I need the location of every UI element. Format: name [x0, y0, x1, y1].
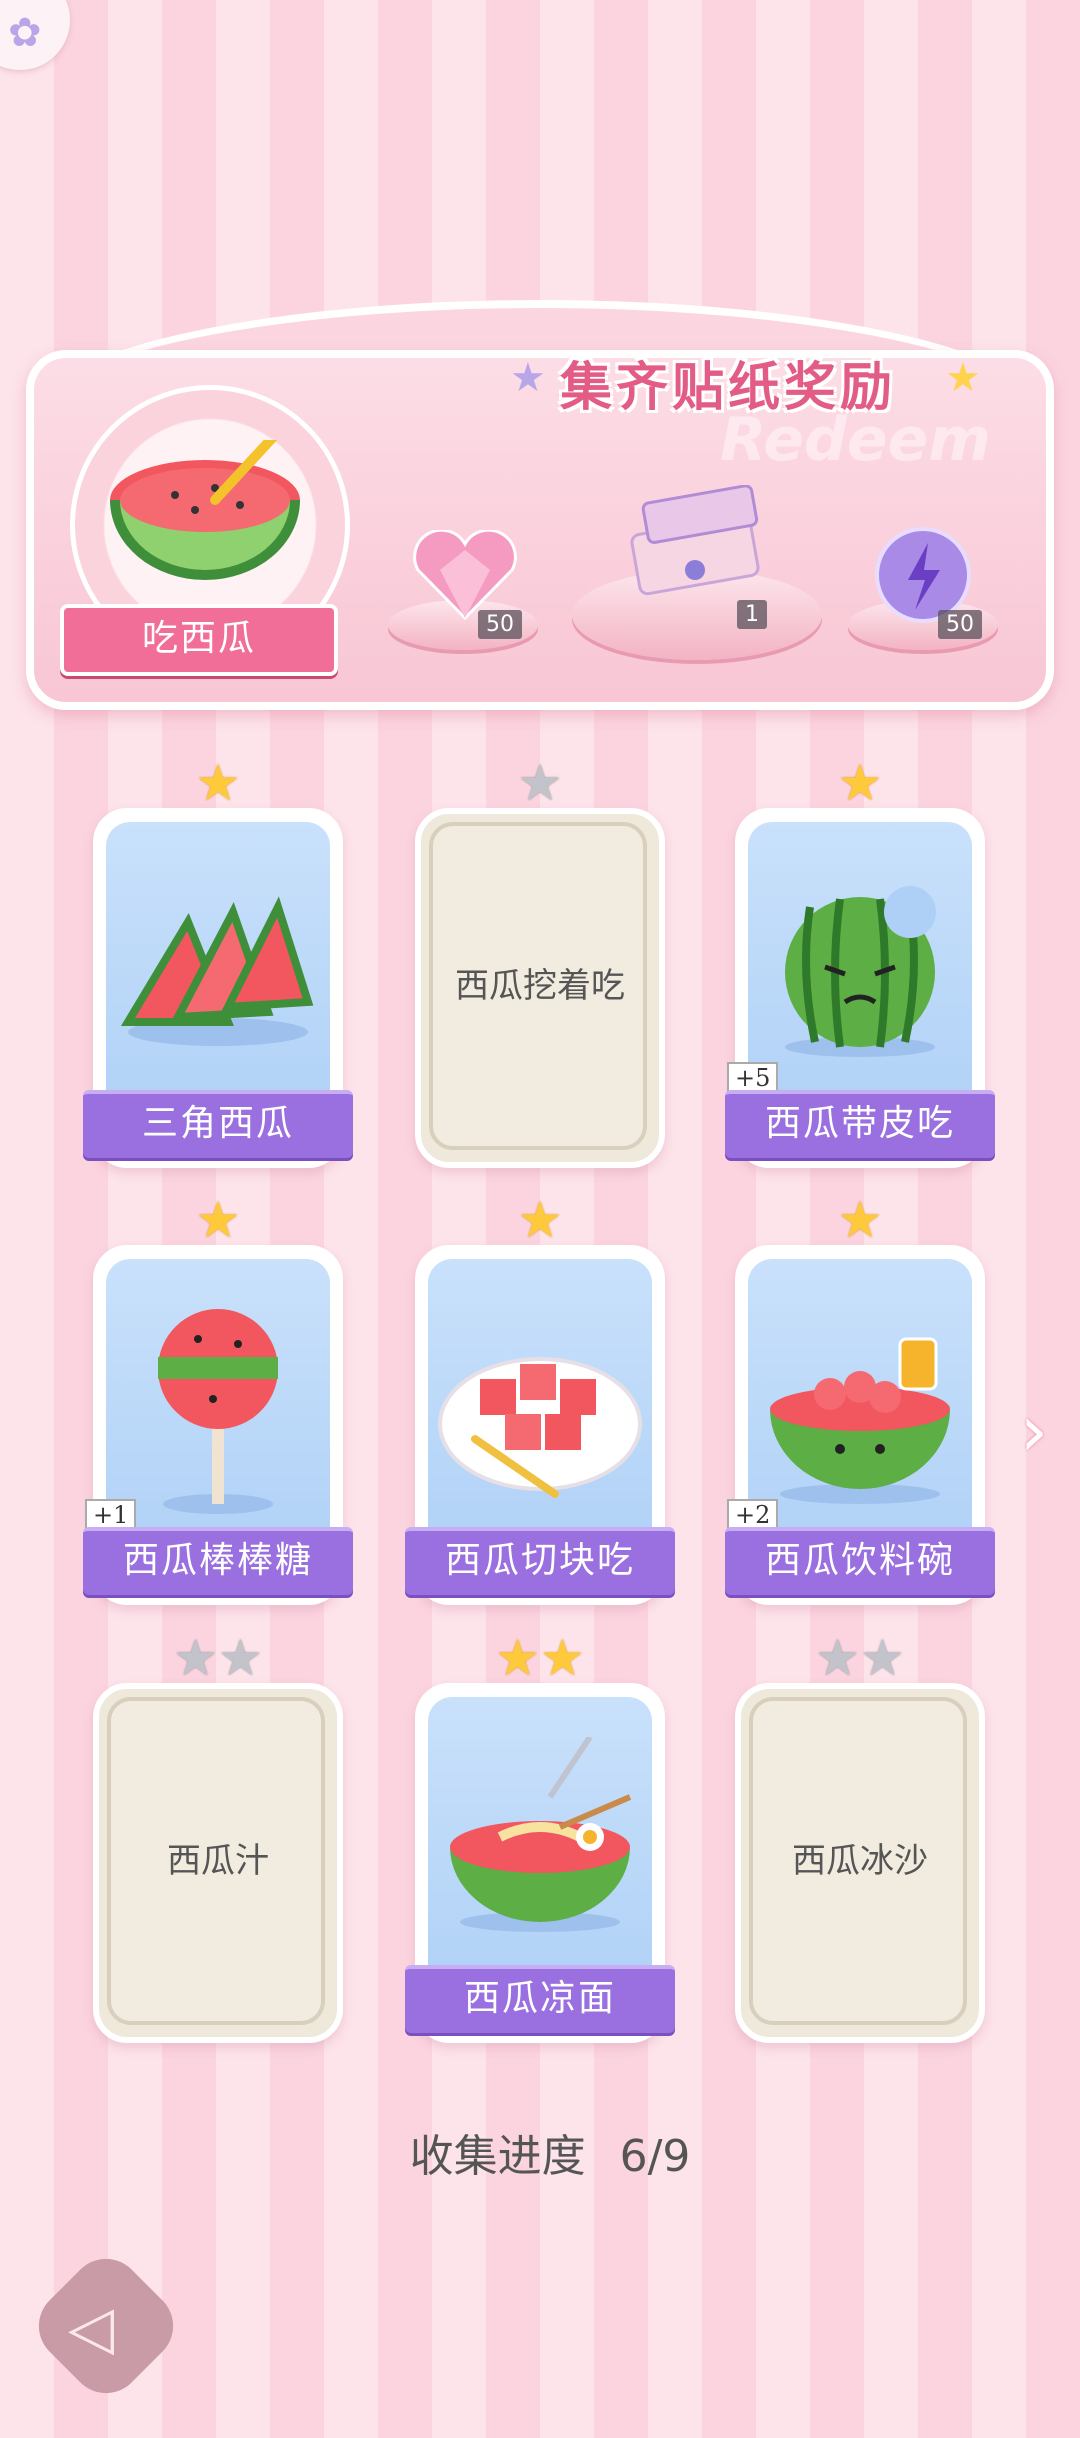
star-icon: ★ — [517, 754, 563, 812]
star-decoration-icon: ★ — [510, 355, 546, 401]
card-label: 西瓜挖着吃 — [455, 966, 625, 1006]
star-icon: ★ — [517, 1191, 563, 1249]
star-rating: ★ — [93, 1195, 343, 1245]
watermelon-lollipop-icon — [158, 1309, 278, 1514]
watermelon-noodles-icon — [450, 1737, 632, 1932]
star-icon: ★★ — [173, 1629, 263, 1687]
card-label: 西瓜带皮吃 — [725, 1090, 995, 1158]
pink-heart-gem-icon — [413, 530, 517, 620]
star-icon: ★★ — [815, 1629, 905, 1687]
reward-count: 50 — [938, 610, 982, 639]
star-icon: ★ — [195, 754, 241, 812]
star-rating: ★ — [735, 758, 985, 808]
sticker-card-locked[interactable]: ★ 西瓜挖着吃 — [415, 758, 665, 1168]
badge-label: 吃西瓜 — [60, 604, 338, 676]
star-icon: ★ — [837, 754, 883, 812]
card-label: 三角西瓜 — [83, 1090, 353, 1158]
flower-icon: ✿ — [8, 10, 42, 56]
star-rating: ★ — [415, 1195, 665, 1245]
star-rating: ★ — [93, 758, 343, 808]
next-page-arrow-icon[interactable]: › — [1020, 1390, 1048, 1472]
sticker-card[interactable]: ★ 三角西瓜 — [83, 758, 353, 1168]
menu-corner-button[interactable]: ✿ — [0, 0, 70, 70]
collection-progress: 收集进度 6/9 — [0, 2120, 1080, 2184]
star-icon: ★ — [837, 1191, 883, 1249]
star-rating: ★ — [415, 758, 665, 808]
angry-watermelon-icon — [785, 886, 936, 1057]
sticker-card[interactable]: ★★ 西瓜凉面 — [405, 1633, 675, 2043]
sticker-card[interactable]: ★ +5 西瓜带皮吃 — [725, 758, 995, 1168]
card-label: 西瓜汁 — [167, 1841, 269, 1881]
sticker-card-locked[interactable]: ★★ 西瓜汁 — [93, 1633, 343, 2043]
star-icon: ★ — [195, 1191, 241, 1249]
star-decoration-icon: ★ — [945, 355, 981, 401]
star-icon: ★★ — [495, 1629, 585, 1687]
star-rating: ★★ — [735, 1633, 985, 1683]
reward-count: 1 — [737, 600, 767, 629]
reward-count: 50 — [478, 610, 522, 639]
gift-box-icon — [630, 485, 760, 596]
watermelon-bowl-icon — [110, 440, 300, 580]
card-label: 西瓜棒棒糖 — [83, 1527, 353, 1595]
progress-label: 收集进度 — [409, 2131, 586, 2182]
watermelon-drink-bowl-icon — [770, 1337, 950, 1504]
star-rating: ★★ — [93, 1633, 343, 1683]
sticker-card[interactable]: ★ 西瓜切块吃 — [405, 1195, 675, 1605]
sticker-card-locked[interactable]: ★★ 西瓜冰沙 — [735, 1633, 985, 2043]
card-label: 西瓜切块吃 — [405, 1527, 675, 1595]
card-label: 西瓜冰沙 — [792, 1841, 928, 1881]
card-label: 西瓜饮料碗 — [725, 1527, 995, 1595]
watermelon-cubes-plate-icon — [438, 1357, 642, 1498]
star-rating: ★ — [735, 1195, 985, 1245]
back-arrow-icon: ◁ — [68, 2293, 115, 2363]
watermelon-slices-icon — [120, 896, 314, 1046]
sticker-card[interactable]: ★ +2 西瓜饮料碗 — [725, 1195, 995, 1605]
banner-watermark: Redeem — [720, 405, 991, 475]
card-label: 西瓜凉面 — [405, 1965, 675, 2033]
sticker-card[interactable]: ★ +1 西瓜棒棒糖 — [83, 1195, 353, 1605]
progress-value: 6/9 — [619, 2131, 691, 2182]
star-rating: ★★ — [415, 1633, 665, 1683]
